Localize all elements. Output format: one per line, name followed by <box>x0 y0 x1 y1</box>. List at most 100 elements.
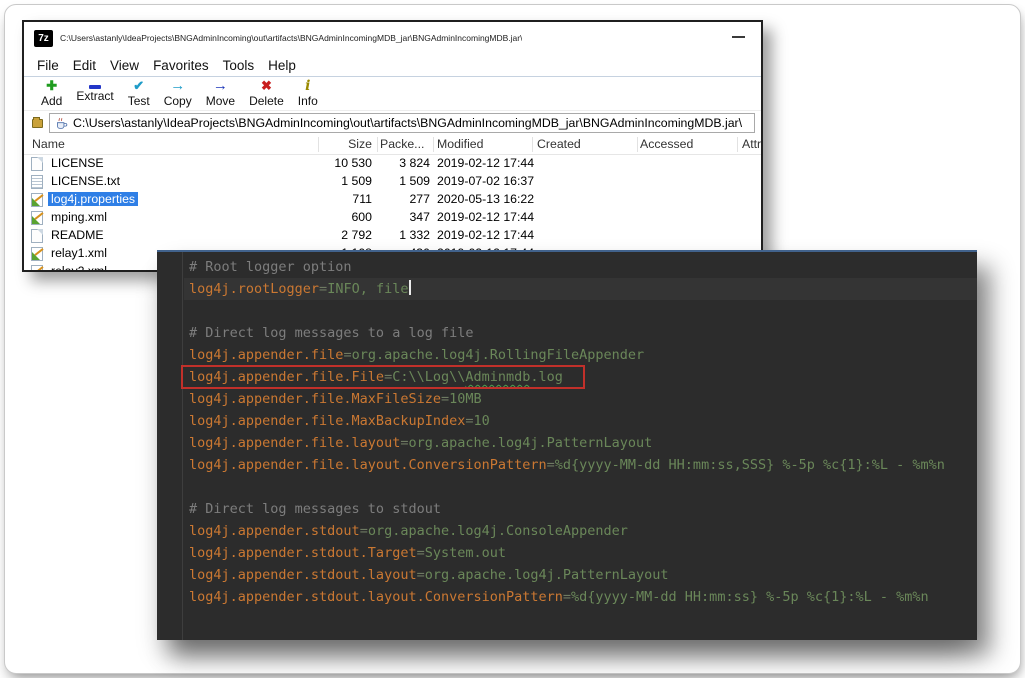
property-key: log4j.appender.file.layout <box>189 435 401 451</box>
code-comment: # Direct log messages to stdout <box>189 501 441 517</box>
document-file-icon <box>31 175 43 189</box>
column-header-size[interactable]: Size <box>318 137 372 151</box>
property-value: org.apache.log4j.ConsoleAppender <box>367 523 628 539</box>
file-modified: 2019-02-12 17:44 <box>437 228 535 242</box>
toolbar-button-label: Extract <box>76 89 114 103</box>
property-key: log4j.appender.file <box>189 347 344 363</box>
address-bar-row: C:\Users\astanly\IdeaProjects\BNGAdminIn… <box>24 111 761 135</box>
editable-file-icon <box>31 193 43 207</box>
editable-file-icon <box>31 211 43 225</box>
file-size: 711 <box>352 192 372 206</box>
file-modified: 2019-07-02 16:37 <box>437 174 535 188</box>
column-separator[interactable] <box>737 137 738 152</box>
column-header-packe[interactable]: Packe... <box>380 137 424 151</box>
property-value: %d{yyyy-MM-dd HH:mm:ss} %-5p %c{1}:%L - … <box>571 589 929 605</box>
file-packed-size: 1 509 <box>399 174 430 188</box>
menu-item-tools[interactable]: Tools <box>216 56 262 75</box>
java-jar-icon <box>57 117 68 129</box>
text-caret <box>409 280 412 295</box>
code-line: log4j.rootLogger=INFO, file <box>189 278 977 300</box>
menu-item-favorites[interactable]: Favorites <box>146 56 216 75</box>
editor-code-area[interactable]: # Root logger option log4j.rootLogger=INF… <box>181 256 977 608</box>
property-value: INFO, file <box>327 281 409 297</box>
column-separator[interactable] <box>433 137 434 152</box>
column-header-modified[interactable]: Modified <box>437 137 483 151</box>
editor-window[interactable]: # Root logger option log4j.rootLogger=INF… <box>157 250 977 640</box>
test-button[interactable]: ✔ Test <box>121 79 157 109</box>
document-file-icon <box>31 229 43 243</box>
property-value: org.apache.log4j.PatternLayout <box>424 567 669 583</box>
code-line: log4j.appender.stdout.layout.ConversionP… <box>189 586 977 608</box>
file-size: 10 530 <box>334 156 372 170</box>
sevenzip-logo-icon: 7z <box>34 29 53 47</box>
column-separator[interactable] <box>318 137 319 152</box>
sevenzip-titlebar[interactable]: 7z C:\Users\astanly\IdeaProjects\BNGAdmi… <box>24 22 761 54</box>
copy-icon: → <box>170 77 186 94</box>
table-row[interactable]: README 2 792 1 332 2019-02-12 17:44 <box>24 227 761 245</box>
table-row[interactable]: mping.xml 600 347 2019-02-12 17:44 <box>24 209 761 227</box>
equals-sign: = <box>343 347 352 363</box>
property-value: org.apache.log4j.PatternLayout <box>408 435 653 451</box>
property-key: log4j.appender.stdout.Target <box>189 545 417 561</box>
code-line: log4j.appender.stdout.Target=System.out <box>189 542 977 564</box>
toolbar-button-label: Info <box>297 94 318 108</box>
window-title: C:\Users\astanly\IdeaProjects\BNGAdminIn… <box>60 33 523 43</box>
file-name[interactable]: README <box>48 228 107 242</box>
file-packed-size: 3 824 <box>399 156 430 170</box>
column-separator[interactable] <box>637 137 638 152</box>
file-size: 1 509 <box>341 174 372 188</box>
screenshot-canvas: 7z C:\Users\astanly\IdeaProjects\BNGAdmi… <box>0 0 1025 678</box>
code-line: log4j.appender.file=org.apache.log4j.Rol… <box>189 344 977 366</box>
add-icon: ✚ <box>46 78 58 93</box>
file-name[interactable]: mping.xml <box>48 210 110 224</box>
table-row[interactable]: log4j.properties 711 277 2020-05-13 16:22 <box>24 191 761 209</box>
address-input[interactable]: C:\Users\astanly\IdeaProjects\BNGAdminIn… <box>49 113 755 133</box>
menu-item-edit[interactable]: Edit <box>66 56 103 75</box>
folder-up-icon[interactable] <box>32 116 43 128</box>
toolbar: ✚ Add Extract ✔ Test → Copy → Move ✖ Delete i Info <box>24 77 761 111</box>
code-comment: # Direct log messages to a log file <box>189 325 474 341</box>
column-header-created[interactable]: Created <box>537 137 581 151</box>
move-icon: → <box>212 77 228 94</box>
minimize-button[interactable] <box>732 36 745 38</box>
equals-sign: = <box>416 545 425 561</box>
column-separator[interactable] <box>532 137 533 152</box>
code-line: # Direct log messages to a log file <box>189 322 977 344</box>
menu-item-help[interactable]: Help <box>261 56 303 75</box>
table-row[interactable]: LICENSE.txt 1 509 1 509 2019-07-02 16:37 <box>24 173 761 191</box>
file-modified: 2019-02-12 17:44 <box>437 210 535 224</box>
file-name[interactable]: LICENSE <box>48 156 107 170</box>
file-name[interactable]: relay2.xml <box>48 264 110 270</box>
property-key: log4j.rootLogger <box>189 281 320 297</box>
toolbar-button-label: Test <box>127 94 150 108</box>
equals-sign: = <box>319 281 328 297</box>
file-name[interactable]: relay1.xml <box>48 246 110 260</box>
red-annotation-box <box>181 365 585 389</box>
move-button[interactable]: → Move <box>199 77 242 108</box>
file-name-selected[interactable]: log4j.properties <box>48 192 139 206</box>
column-header-accessed[interactable]: Accessed <box>640 137 693 151</box>
file-name[interactable]: LICENSE.txt <box>48 174 123 188</box>
column-header-attri[interactable]: Attri <box>742 137 761 151</box>
info-button[interactable]: i Info <box>291 79 325 108</box>
delete-button[interactable]: ✖ Delete <box>242 78 291 109</box>
add-button[interactable]: ✚ Add <box>34 78 69 109</box>
extract-button[interactable]: Extract <box>69 79 120 103</box>
toolbar-button-label: Copy <box>163 94 192 108</box>
file-size: 600 <box>351 210 372 224</box>
menu-item-view[interactable]: View <box>103 56 146 75</box>
copy-button[interactable]: → Copy <box>157 77 199 108</box>
delete-icon: ✖ <box>260 78 272 93</box>
code-line: log4j.appender.file.layout.ConversionPat… <box>189 454 977 476</box>
file-packed-size: 347 <box>409 210 430 224</box>
property-value: System.out <box>424 545 506 561</box>
equals-sign: = <box>359 523 368 539</box>
equals-sign: = <box>440 391 450 407</box>
table-row[interactable]: LICENSE 10 530 3 824 2019-02-12 17:44 <box>24 155 761 173</box>
equals-sign: = <box>562 589 572 605</box>
menu-item-file[interactable]: File <box>30 56 66 75</box>
property-value: 10 <box>473 413 490 429</box>
column-header-name[interactable]: Name <box>32 137 65 151</box>
column-separator[interactable] <box>377 137 378 152</box>
